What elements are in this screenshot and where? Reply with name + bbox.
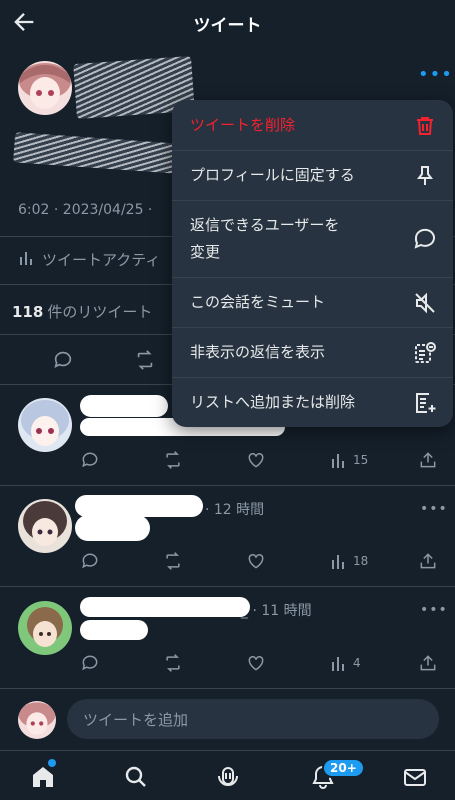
views-count: 4 <box>353 656 361 670</box>
share-icon[interactable] <box>418 653 438 673</box>
more-options-icon[interactable]: ••• <box>418 64 453 85</box>
divider <box>0 485 455 486</box>
analytics-icon <box>18 249 36 267</box>
messages-icon[interactable] <box>402 764 428 790</box>
home-unread-dot <box>48 759 56 767</box>
reply-icon[interactable] <box>80 551 100 571</box>
menu-item-label: 返信できるユーザーを 変更 <box>190 216 340 261</box>
retweet-icon[interactable] <box>163 450 183 470</box>
menu-item-change-who-can-reply[interactable]: 返信できるユーザーを 変更 <box>172 201 453 278</box>
menu-item-delete-tweet[interactable]: ツイートを削除 <box>172 100 453 151</box>
views-icon[interactable] <box>331 552 347 570</box>
reply-avatar[interactable] <box>18 499 72 553</box>
like-icon[interactable] <box>246 653 266 673</box>
like-icon[interactable] <box>246 551 266 571</box>
bottom-nav: 20+ <box>0 750 455 800</box>
menu-item-label: ツイートを削除 <box>190 116 296 134</box>
pin-icon <box>413 164 437 188</box>
mute-icon <box>413 291 437 315</box>
views-icon[interactable] <box>331 451 347 469</box>
author-avatar[interactable] <box>18 61 72 115</box>
trash-icon <box>413 114 437 138</box>
retweet-count-label: 件のリツイート <box>47 303 153 321</box>
notifications-badge: 20+ <box>322 758 365 778</box>
top-bar: ツイート <box>0 0 455 44</box>
reply-icon[interactable] <box>80 653 100 673</box>
menu-item-label: 非表示の返信を表示 <box>190 343 326 361</box>
reply-time: · 12 時間 <box>205 502 265 518</box>
page-title: ツイート <box>193 16 262 36</box>
search-icon[interactable] <box>123 764 149 790</box>
menu-item-pin-to-profile[interactable]: プロフィールに固定する <box>172 151 453 201</box>
home-icon[interactable] <box>30 764 56 790</box>
redacted-reply-name <box>80 395 168 417</box>
redacted-reply-name <box>75 495 203 517</box>
reply-avatar[interactable] <box>18 601 72 655</box>
divider <box>0 688 455 689</box>
tweet-options-menu: ツイートを削除 プロフィールに固定する 返信できるユーザーを 変更 この会話をミ… <box>172 100 453 427</box>
redacted-tweet-text <box>13 132 180 174</box>
menu-item-add-remove-lists[interactable]: リストへ追加または削除 <box>172 378 453 427</box>
more-options-icon[interactable]: ••• <box>420 602 448 618</box>
menu-item-label: プロフィールに固定する <box>190 166 355 184</box>
reply-icon[interactable] <box>80 450 100 470</box>
menu-item-label: この会話をミュート <box>190 293 326 311</box>
divider <box>0 586 455 587</box>
menu-item-mute-conversation[interactable]: この会話をミュート <box>172 278 453 328</box>
spaces-icon[interactable] <box>215 764 241 790</box>
menu-item-label: リストへ追加または削除 <box>190 393 356 411</box>
like-icon[interactable] <box>246 450 266 470</box>
redacted-reply-name <box>80 597 250 617</box>
tweet-timestamp: 6:02 · 2023/04/25 · <box>18 202 153 218</box>
menu-item-show-hidden-replies[interactable]: 非表示の返信を表示 <box>172 328 453 378</box>
reply-input[interactable]: ツイートを追加 <box>67 699 439 739</box>
views-count: 18 <box>353 554 369 568</box>
redacted-reply-text <box>75 515 150 541</box>
speech-bubble-icon <box>413 227 437 251</box>
more-options-icon[interactable]: ••• <box>420 501 448 517</box>
views-count: 15 <box>353 453 369 467</box>
share-icon[interactable] <box>418 450 438 470</box>
reply-icon[interactable] <box>52 349 74 371</box>
retweet-icon[interactable] <box>163 551 183 571</box>
share-icon[interactable] <box>418 551 438 571</box>
tweet-activity-link[interactable]: ツイートアクティ <box>42 249 160 270</box>
retweet-icon[interactable] <box>134 349 156 371</box>
current-user-avatar <box>18 701 56 739</box>
reply-avatar[interactable] <box>18 398 72 452</box>
reply-time: _ · 11 時間 <box>241 603 312 619</box>
hidden-replies-icon <box>413 341 437 365</box>
retweet-icon[interactable] <box>163 653 183 673</box>
retweet-count-number: 118 <box>12 303 44 321</box>
views-icon[interactable] <box>331 654 347 672</box>
redacted-reply-text <box>80 620 148 640</box>
retweet-count[interactable]: 118 件のリツイート <box>12 301 152 322</box>
reply-input-placeholder: ツイートを追加 <box>83 711 189 729</box>
list-add-icon <box>413 391 437 415</box>
